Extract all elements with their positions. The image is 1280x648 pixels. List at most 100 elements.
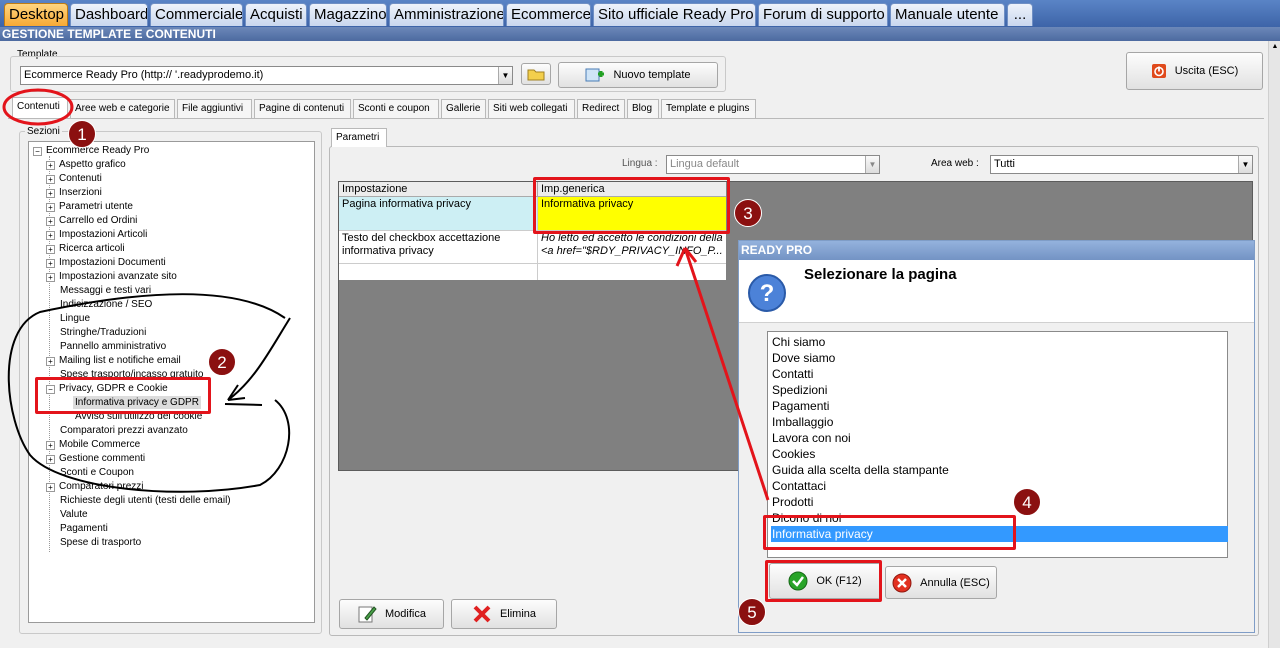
expand-icon[interactable]: + <box>46 189 55 198</box>
tab-ecommerce[interactable]: Ecommerce <box>506 3 591 26</box>
expand-icon[interactable]: + <box>46 231 55 240</box>
tab-sito-ufficiale[interactable]: Sito ufficiale Ready Pro <box>593 3 756 26</box>
list-item[interactable]: Prodotti <box>771 494 1228 510</box>
tree-item[interactable]: + Impostazioni avanzate sito <box>46 270 177 283</box>
grid-empty-cell <box>538 264 726 280</box>
tab-gallerie[interactable]: Gallerie <box>441 99 486 119</box>
tree-item[interactable]: + Parametri utente <box>46 200 133 213</box>
tab-more[interactable]: ... <box>1007 3 1033 26</box>
tree-item[interactable]: + Ricerca articoli <box>46 242 125 255</box>
tree-item[interactable]: + Mobile Commerce <box>46 438 140 451</box>
tree-item[interactable]: Valute <box>60 508 88 521</box>
grid-header-impostazione[interactable]: Impostazione <box>339 182 538 197</box>
tree-item[interactable]: + Inserzioni <box>46 186 102 199</box>
tree-item[interactable]: Comparatori prezzi avanzato <box>60 424 188 437</box>
highlight-box-list <box>763 515 1016 550</box>
tab-commerciale[interactable]: Commerciale <box>150 3 243 26</box>
expand-icon[interactable]: + <box>46 259 55 268</box>
list-item[interactable]: Guida alla scelta della stampante <box>771 462 1228 478</box>
tree-item[interactable]: Spese di trasporto <box>60 536 141 549</box>
expand-icon[interactable]: + <box>46 203 55 212</box>
tab-acquisti[interactable]: Acquisti <box>245 3 307 26</box>
area-web-select[interactable]: Tutti ▼ <box>990 155 1253 174</box>
tree-item[interactable]: Pannello amministrativo <box>60 340 166 353</box>
tree-item[interactable]: Messaggi e testi vari <box>60 284 151 297</box>
tab-template-plugins[interactable]: Template e plugins <box>661 99 756 119</box>
list-item[interactable]: Imballaggio <box>771 414 1228 430</box>
cancel-button[interactable]: Annulla (ESC) <box>885 566 997 599</box>
tree-item[interactable]: Sconti e Coupon <box>60 466 134 479</box>
tab-dashboard[interactable]: Dashboard <box>70 3 148 26</box>
expand-icon[interactable]: + <box>46 441 55 450</box>
collapse-icon[interactable]: − <box>33 147 42 156</box>
folder-icon <box>527 69 545 81</box>
tab-amministrazione[interactable]: Amministrazione <box>389 3 504 26</box>
tree-item[interactable]: Lingue <box>60 312 90 325</box>
list-item[interactable]: Spedizioni <box>771 382 1228 398</box>
expand-icon[interactable]: + <box>46 245 55 254</box>
tab-redirect[interactable]: Redirect <box>577 99 625 119</box>
expand-icon[interactable]: + <box>46 483 55 492</box>
list-item[interactable]: Contattaci <box>771 478 1228 494</box>
tree-root-label: Ecommerce Ready Pro <box>46 145 150 156</box>
browse-folder-button[interactable] <box>521 63 551 85</box>
list-item[interactable]: Pagamenti <box>771 398 1228 414</box>
tab-parametri[interactable]: Parametri <box>331 128 387 147</box>
dialog-header: ? Selezionare la pagina <box>739 260 1254 323</box>
tree-item[interactable]: + Impostazioni Documenti <box>46 256 166 269</box>
list-item[interactable]: Contatti <box>771 366 1228 382</box>
tab-magazzino[interactable]: Magazzino <box>309 3 387 26</box>
tab-file-aggiuntivi[interactable]: File aggiuntivi <box>177 99 252 119</box>
tree-item[interactable]: + Impostazioni Articoli <box>46 228 147 241</box>
chevron-down-icon[interactable]: ▼ <box>1238 156 1252 173</box>
tree-item[interactable]: + Comparatori prezzi <box>46 480 143 493</box>
grid-cell-setting[interactable]: Testo del checkbox accettazione informat… <box>339 231 538 264</box>
grid-cell-value[interactable]: Ho letto ed accetto le condizioni della … <box>538 231 726 264</box>
tab-sconti-coupon[interactable]: Sconti e coupon <box>353 99 439 119</box>
expand-icon[interactable]: + <box>46 217 55 226</box>
expand-icon[interactable]: + <box>46 161 55 170</box>
chevron-down-icon[interactable]: ▼ <box>865 156 879 173</box>
tree-item[interactable]: + Gestione commenti <box>46 452 145 465</box>
exit-button[interactable]: Uscita (ESC) <box>1126 52 1263 90</box>
list-item[interactable]: Chi siamo <box>771 334 1228 350</box>
expand-icon[interactable]: + <box>46 273 55 282</box>
template-select[interactable]: Ecommerce Ready Pro (http:// '.readyprod… <box>20 66 513 85</box>
tab-contenuti[interactable]: Contenuti <box>12 97 68 119</box>
tree-item[interactable]: Stringhe/Traduzioni <box>60 326 146 339</box>
expand-icon[interactable]: + <box>46 175 55 184</box>
expand-icon[interactable]: + <box>46 357 55 366</box>
lingua-select-value: Lingua default <box>670 158 740 170</box>
list-item[interactable]: Cookies <box>771 446 1228 462</box>
modifica-button[interactable]: Modifica <box>339 599 444 629</box>
tree-item[interactable]: Pagamenti <box>60 522 108 535</box>
tab-manuale[interactable]: Manuale utente <box>890 3 1005 26</box>
tree-item[interactable]: + Carrello ed Ordini <box>46 214 137 227</box>
scroll-up-icon[interactable]: ▲ <box>1270 43 1280 53</box>
tab-blog[interactable]: Blog <box>627 99 659 119</box>
expand-icon[interactable]: + <box>46 455 55 464</box>
vertical-scrollbar[interactable]: ▲ <box>1268 41 1280 648</box>
tree-root[interactable]: − Ecommerce Ready Pro <box>33 144 149 157</box>
lingua-select[interactable]: Lingua default ▼ <box>666 155 880 174</box>
tree-item[interactable]: + Aspetto grafico <box>46 158 126 171</box>
new-template-button[interactable]: Nuovo template <box>558 62 718 88</box>
tab-pagine-contenuti[interactable]: Pagine di contenuti <box>254 99 351 119</box>
tab-aree-web[interactable]: Aree web e categorie <box>70 99 175 119</box>
delete-x-icon <box>473 605 491 623</box>
tree-item[interactable]: + Mailing list e notifiche email <box>46 354 181 367</box>
grid-cell-setting[interactable]: Pagina informativa privacy <box>339 197 538 231</box>
list-item[interactable]: Dove siamo <box>771 350 1228 366</box>
list-item[interactable]: Lavora con noi <box>771 430 1228 446</box>
step-badge-1: 1 <box>68 120 96 148</box>
tree-item[interactable]: + Contenuti <box>46 172 102 185</box>
chevron-down-icon[interactable]: ▼ <box>498 67 512 84</box>
tab-siti-collegati[interactable]: Siti web collegati <box>488 99 575 119</box>
edit-icon <box>358 606 377 623</box>
tree-item[interactable]: Richieste degli utenti (testi delle emai… <box>60 494 231 507</box>
tree-item[interactable]: Indicizzazione / SEO <box>60 298 152 311</box>
tab-forum[interactable]: Forum di supporto <box>758 3 888 26</box>
svg-text:?: ? <box>760 280 775 307</box>
elimina-button[interactable]: Elimina <box>451 599 557 629</box>
tab-desktop[interactable]: Desktop <box>4 3 68 26</box>
